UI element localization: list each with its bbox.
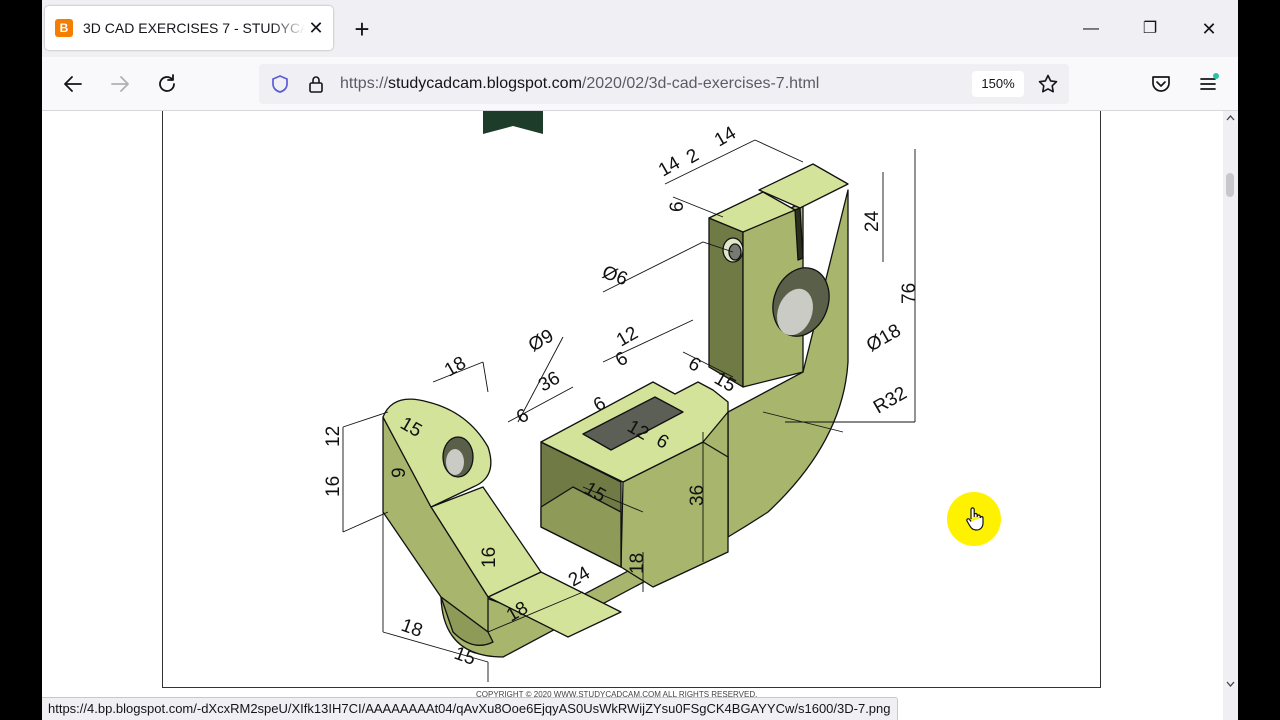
dim-9: 9 [389, 467, 410, 478]
dim-12-top: 12 [613, 323, 642, 352]
dim-16-inner: 16 [479, 547, 500, 568]
forward-arrow-icon [111, 76, 129, 92]
dim-2: 2 [683, 145, 703, 168]
scroll-up-icon[interactable] [1226, 115, 1235, 121]
tracking-shield-icon[interactable] [270, 74, 290, 94]
tab-strip: B 3D CAD EXERCISES 7 - STUDYCADCAM ✕ + —… [42, 0, 1238, 57]
dim-dia9: Ø9 [525, 325, 557, 356]
restore-button[interactable]: ❐ [1135, 14, 1165, 44]
url-host: studycadcam.blogspot.com [388, 75, 582, 92]
cad-drawing: 14 2 14 6 24 76 Ø6 Ø18 R32 12 6 6 15 Ø9 … [323, 111, 920, 682]
vertical-scrollbar[interactable] [1223, 111, 1238, 720]
dim-24: 24 [862, 210, 883, 232]
tab-close-icon[interactable]: ✕ [306, 18, 326, 38]
browser-window: B 3D CAD EXERCISES 7 - STUDYCADCAM ✕ + —… [42, 0, 1238, 720]
url-protocol: https:// [340, 75, 389, 92]
blogger-favicon-icon: B [55, 19, 73, 37]
scroll-down-icon[interactable] [1226, 681, 1235, 687]
hamburger-menu-icon [1200, 73, 1219, 90]
cursor-highlight [947, 492, 1001, 546]
dim-dia6: Ø6 [599, 262, 630, 290]
new-tab-button[interactable]: + [348, 16, 376, 44]
dim-6-right: 6 [685, 353, 705, 376]
back-arrow-icon [64, 76, 82, 92]
dim-12-left: 12 [323, 426, 344, 447]
page-content: 14 2 14 6 24 76 Ø6 Ø18 R32 12 6 6 15 Ø9 … [42, 111, 1223, 720]
dim-36-vertical: 36 [687, 485, 708, 506]
dim-r32: R32 [870, 383, 911, 419]
tab-active[interactable]: B 3D CAD EXERCISES 7 - STUDYCADCAM ✕ [45, 6, 333, 50]
dim-14a: 14 [711, 122, 740, 151]
dim-36: 36 [535, 368, 564, 397]
url-path: /2020/02/3d-cad-exercises-7.html [581, 75, 820, 92]
dim-6-vertical: 6 [667, 201, 688, 212]
address-bar[interactable]: https://studycadcam.blogspot.com/2020/02… [259, 64, 1069, 104]
app-menu-button[interactable] [1193, 69, 1223, 99]
drawing-frame: 14 2 14 6 24 76 Ø6 Ø18 R32 12 6 6 15 Ø9 … [162, 111, 1101, 688]
dim-dia18: Ø18 [863, 320, 905, 356]
dim-76: 76 [899, 283, 920, 304]
pocket-icon [1152, 76, 1170, 92]
left-black-bar [0, 0, 42, 720]
tab-title: 3D CAD EXERCISES 7 - STUDYCADCAM [83, 20, 305, 36]
part-body [382, 163, 849, 658]
zoom-level-button[interactable]: 150% [972, 71, 1024, 97]
back-button[interactable] [58, 69, 88, 99]
url-text[interactable]: https://studycadcam.blogspot.com/2020/02… [340, 74, 819, 94]
right-black-bar [1238, 0, 1280, 720]
minimize-button[interactable]: — [1076, 14, 1106, 44]
pocket-button[interactable] [1146, 69, 1176, 99]
reload-button[interactable] [152, 69, 182, 99]
hand-pointer-icon [966, 507, 984, 531]
dim-16-left: 16 [323, 476, 344, 497]
status-url-overlay: https://4.bp.blogspot.com/-dXcxRM2speU/X… [42, 697, 898, 720]
small-hole [728, 243, 742, 261]
dim-18-small: 18 [627, 553, 648, 574]
bookmark-star-icon[interactable] [1037, 73, 1059, 95]
header-ribbon [483, 111, 543, 134]
dim-6-pocket-left: 6 [513, 405, 533, 428]
reload-icon [159, 74, 175, 92]
dim-6-top: 6 [612, 348, 632, 371]
forward-button[interactable] [105, 69, 135, 99]
navigation-toolbar: https://studycadcam.blogspot.com/2020/02… [42, 57, 1238, 111]
lock-icon[interactable] [306, 74, 326, 94]
lug-hole-highlight [446, 449, 464, 475]
close-window-button[interactable]: ✕ [1194, 14, 1224, 44]
scrollbar-thumb[interactable] [1226, 173, 1234, 197]
